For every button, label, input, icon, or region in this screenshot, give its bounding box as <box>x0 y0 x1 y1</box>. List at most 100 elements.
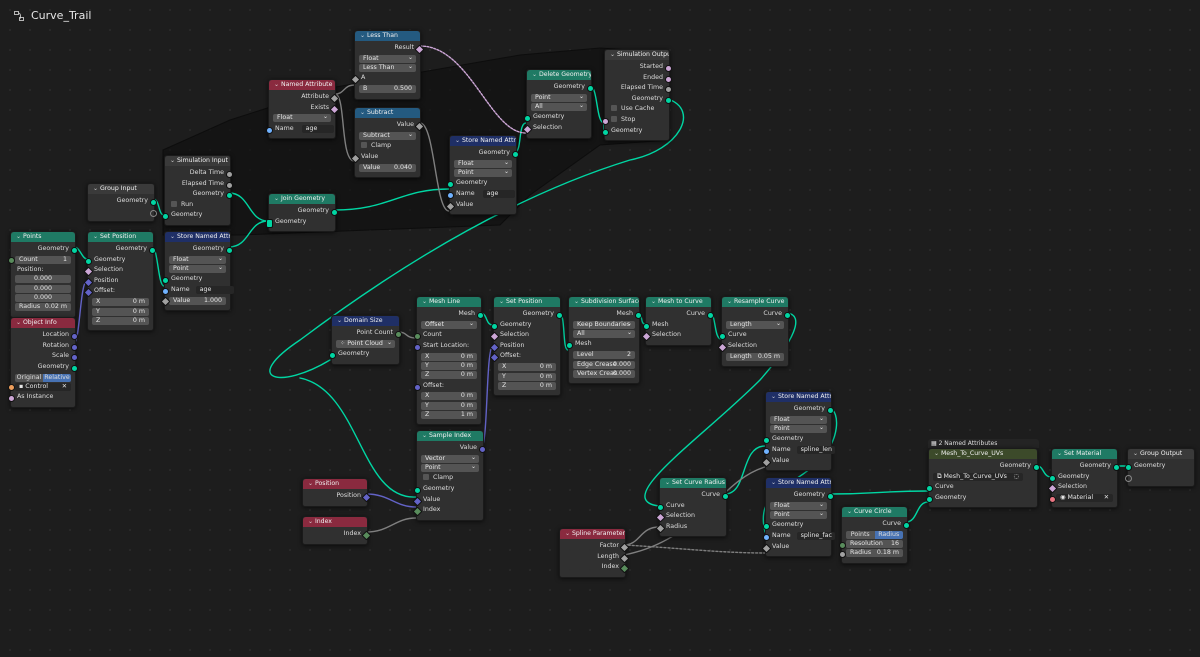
material-selector[interactable]: ◉ Material ✕ <box>1049 494 1113 503</box>
checkbox[interactable] <box>611 105 617 112</box>
socket[interactable] <box>479 446 486 453</box>
name-input[interactable]: age <box>195 286 234 295</box>
mesh-to-curve-uvs-node[interactable]: Mesh_To_Curve_UVs Geometry ⧉ Mesh_To_Cur… <box>926 448 1040 509</box>
type-dropdown[interactable]: Float <box>359 54 416 63</box>
node-title[interactable]: Subdivision Surface <box>569 297 639 307</box>
resolution-field[interactable]: Resolution 16 <box>839 540 903 549</box>
offset-z-field[interactable]: Z 1 m <box>421 411 477 420</box>
node-title[interactable]: Simulation Input <box>165 156 230 166</box>
domain-dropdown[interactable]: Point <box>421 463 479 473</box>
socket[interactable] <box>8 257 15 265</box>
mode-toggle[interactable]: Points Radius <box>846 530 903 539</box>
socket[interactable] <box>150 199 157 206</box>
socket[interactable] <box>266 126 273 134</box>
socket[interactable] <box>1113 464 1120 471</box>
socket[interactable] <box>784 312 791 319</box>
shield-icon[interactable]: ◌ <box>1014 473 1020 481</box>
mode-dropdown[interactable]: Length <box>726 320 784 329</box>
offset-x-field[interactable]: X 0 m <box>498 363 556 372</box>
domain-dropdown[interactable]: Point <box>770 424 827 434</box>
socket[interactable] <box>665 65 672 72</box>
clamp-checkbox[interactable]: Clamp <box>417 473 483 484</box>
group-input-node[interactable]: Group Input Geometry <box>87 183 157 223</box>
node-title[interactable]: Set Curve Radius <box>660 478 726 488</box>
node-title[interactable]: Delete Geometry <box>527 70 591 80</box>
domain-size-node[interactable]: Domain Size Point Count ⁘ Point Cloud Ge… <box>329 315 402 365</box>
type-dropdown[interactable]: Float <box>770 415 827 424</box>
socket[interactable] <box>657 503 664 511</box>
socket[interactable] <box>71 247 78 254</box>
socket[interactable] <box>1125 474 1132 482</box>
run-checkbox[interactable]: Run <box>165 200 230 211</box>
checkbox[interactable] <box>171 200 177 207</box>
object-selector[interactable]: ▪ Control ✕ <box>8 382 71 392</box>
offset-y-field[interactable]: Y 0 m <box>498 372 556 381</box>
clear-icon[interactable]: ✕ <box>1104 494 1109 502</box>
name-input[interactable]: spline_len <box>796 446 835 455</box>
socket[interactable] <box>719 333 726 341</box>
group-output-node[interactable]: Group Output Geometry <box>1125 448 1195 488</box>
set-curve-radius-node[interactable]: Set Curve Radius Curve Curve Selection R… <box>655 477 729 538</box>
socket[interactable] <box>903 522 910 529</box>
socket[interactable] <box>665 75 672 83</box>
node-title[interactable]: Set Position <box>494 297 560 307</box>
socket[interactable] <box>763 523 770 531</box>
socket[interactable] <box>524 115 531 123</box>
socket[interactable] <box>71 364 78 372</box>
checkbox[interactable] <box>611 115 617 122</box>
socket[interactable] <box>414 383 421 391</box>
object-info-node[interactable]: Object Info Location Rotation Scale Geom… <box>8 317 78 408</box>
start-z-field[interactable]: Z 0 m <box>421 371 477 380</box>
boundary-dropdown[interactable]: Keep Boundaries <box>573 320 635 329</box>
node-title[interactable]: Store Named Attribute <box>766 478 831 488</box>
socket[interactable] <box>665 96 672 104</box>
store-named-attribute-left-node[interactable]: Store Named Attribute Geometry Float Poi… <box>160 231 234 312</box>
type-dropdown[interactable]: Float <box>770 501 827 510</box>
delete-geometry-node[interactable]: Delete Geometry Geometry Point All Geome… <box>522 69 594 139</box>
node-title[interactable]: Set Material <box>1052 449 1117 459</box>
socket[interactable] <box>839 550 846 558</box>
transform-space-toggle[interactable]: Original Relative <box>15 373 71 382</box>
socket[interactable] <box>477 312 484 319</box>
node-title[interactable]: Subtract <box>355 108 420 118</box>
simulation-input-node[interactable]: Simulation Input Delta Time Elapsed Time… <box>162 155 233 226</box>
type-dropdown[interactable]: Vector <box>421 454 479 463</box>
position-z-field[interactable]: 0.000 <box>15 294 71 303</box>
socket[interactable] <box>566 342 573 350</box>
sample-index-node[interactable]: Sample Index Value Vector Point Clamp Ge… <box>412 430 486 521</box>
socket[interactable] <box>414 487 421 495</box>
node-title[interactable]: Simulation Output <box>605 50 669 60</box>
store-named-attribute-spline-fac-node[interactable]: Store Named Attribute Geometry Float Poi… <box>761 477 835 558</box>
socket[interactable] <box>722 493 729 500</box>
edge-crease-field[interactable]: Edge Crease 0.000 <box>573 360 635 369</box>
socket[interactable] <box>556 312 563 319</box>
socket[interactable] <box>331 209 338 216</box>
points-option[interactable]: Points <box>846 530 875 539</box>
length-field[interactable]: Length 0.05 m <box>726 352 784 361</box>
vertex-crease-field[interactable]: Vertex Creas 0.000 <box>573 369 635 378</box>
node-title[interactable]: Position <box>303 479 367 489</box>
points-node[interactable]: Points Geometry Count 1 Position: 0.000 0… <box>8 231 78 318</box>
subdivision-surface-node[interactable]: Subdivision Surface Mesh Keep Boundaries… <box>566 296 642 385</box>
socket[interactable] <box>1049 474 1056 482</box>
position-y-field[interactable]: 0.000 <box>15 284 71 293</box>
socket[interactable] <box>71 343 78 351</box>
start-y-field[interactable]: Y 0 m <box>421 361 477 370</box>
node-title[interactable]: Object Info <box>11 318 75 328</box>
node-title[interactable]: Store Named Attribute <box>766 392 831 402</box>
mode-dropdown[interactable]: All <box>531 102 587 112</box>
domain-dropdown[interactable]: Point <box>770 510 827 520</box>
checkbox[interactable] <box>361 142 367 149</box>
type-dropdown[interactable]: Float <box>454 159 512 168</box>
socket[interactable] <box>85 257 92 265</box>
radius-field[interactable]: Radius 0.18 m <box>839 549 903 558</box>
socket[interactable] <box>266 218 273 228</box>
socket[interactable] <box>602 128 609 136</box>
set-position-mid-node[interactable]: Set Position Geometry Geometry Selection… <box>489 296 563 397</box>
node-title[interactable]: Less Than <box>355 31 420 41</box>
operation-dropdown[interactable]: Subtract <box>359 131 416 140</box>
mode-dropdown[interactable]: Offset <box>421 320 477 329</box>
socket[interactable] <box>602 117 609 125</box>
clear-icon[interactable]: ✕ <box>62 383 67 391</box>
socket[interactable] <box>414 343 421 351</box>
